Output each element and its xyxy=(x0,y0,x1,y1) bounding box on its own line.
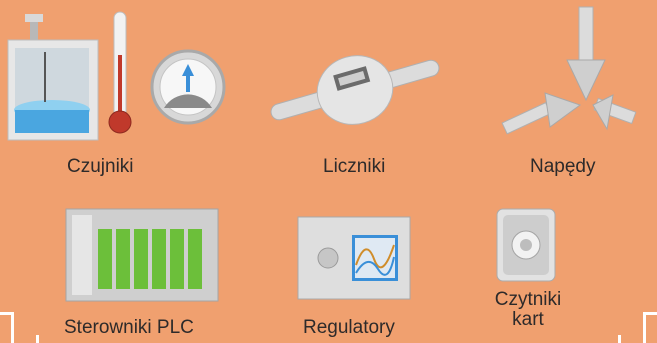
tile-regulatory[interactable]: Regulatory xyxy=(275,195,425,343)
tile-czytniki-kart[interactable]: Czytniki kart xyxy=(475,195,585,343)
pressure-gauge-icon xyxy=(150,49,226,125)
label-czujniki: Czujniki xyxy=(67,156,134,177)
label-czytniki-kart: Czytniki kart xyxy=(494,289,562,330)
thermometer-icon xyxy=(108,11,132,134)
label-sterowniki-plc: Sterowniki PLC xyxy=(64,317,194,338)
tile-sterowniki-plc[interactable]: Sterowniki PLC xyxy=(40,195,240,343)
corner-tick-right xyxy=(618,335,621,343)
regulator-icon xyxy=(297,216,411,300)
plc-controller-icon xyxy=(65,208,219,302)
corner-bracket-right-vertical xyxy=(643,312,646,343)
corner-tick-left xyxy=(36,335,39,343)
tile-napedy[interactable]: Napędy xyxy=(490,0,657,190)
label-regulatory: Regulatory xyxy=(303,317,395,338)
flow-meter-icon xyxy=(270,55,440,125)
tile-liczniki[interactable]: Liczniki xyxy=(255,0,455,190)
drives-arrows-icon xyxy=(501,6,637,135)
card-reader-icon xyxy=(496,208,556,282)
tile-czujniki[interactable]: Czujniki xyxy=(0,0,240,190)
label-liczniki: Liczniki xyxy=(323,156,386,177)
corner-bracket-left-vertical xyxy=(11,312,14,343)
label-napedy: Napędy xyxy=(530,156,596,177)
tank-sensor-icon xyxy=(7,14,99,141)
